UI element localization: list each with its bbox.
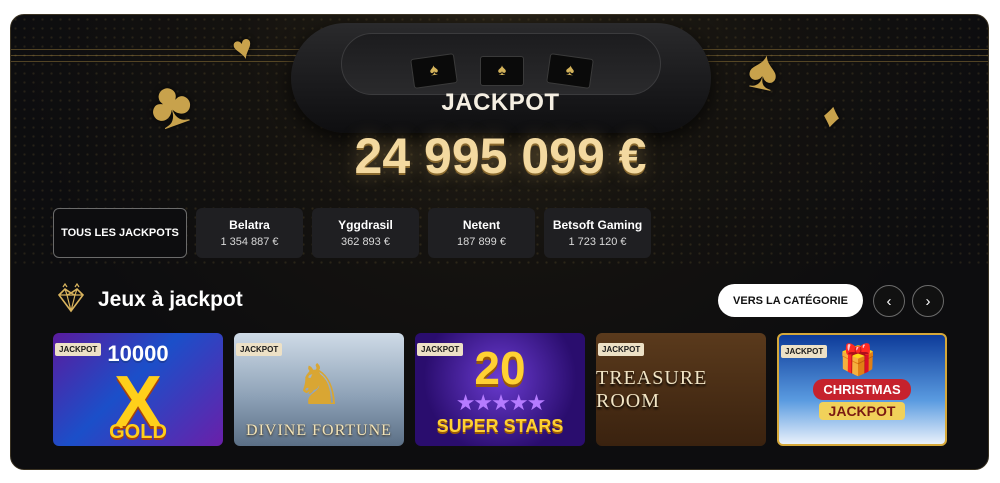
- tab-label: Yggdrasil: [338, 218, 393, 232]
- game-card-20-super-stars[interactable]: JACKPOT 20 ★★★★★ SUPER STARS: [415, 333, 585, 446]
- jackpot-badge: JACKPOT: [598, 343, 645, 356]
- tab-label: TOUS LES JACKPOTS: [61, 227, 179, 239]
- tab-betsoft-gaming[interactable]: Betsoft Gaming 1 723 120 €: [544, 208, 651, 258]
- spade-card-icon: ♠: [480, 56, 524, 86]
- diamond-crown-icon: [57, 282, 85, 313]
- jackpot-total-amount: 24 995 099 €: [354, 128, 647, 184]
- jackpot-panel: ♥ ♣ ♠ ♦ ♠ ♠ ♠ JACKPOT 24 995 099 € TOUS …: [10, 14, 989, 470]
- provider-tabs: TOUS LES JACKPOTS Belatra 1 354 887 € Yg…: [53, 208, 651, 258]
- tab-label: Betsoft Gaming: [552, 218, 643, 232]
- tab-amount: 1 354 887 €: [220, 236, 279, 248]
- game-art-text: 20: [474, 342, 526, 394]
- section-title: Jeux à jackpot: [98, 288, 243, 311]
- jackpot-badge: JACKPOT: [417, 343, 464, 356]
- tab-yggdrasil[interactable]: Yggdrasil 362 893 €: [312, 208, 419, 258]
- jackpot-badge: JACKPOT: [55, 343, 102, 356]
- tab-amount: 187 899 €: [457, 236, 506, 248]
- game-art-text: SUPER STARS: [436, 416, 564, 436]
- heart-suit-icon: ♥: [228, 27, 258, 69]
- jackpot-badge: JACKPOT: [781, 345, 828, 358]
- game-art-text: TREASURE ROOM: [596, 366, 708, 412]
- tab-amount: 1 723 120 €: [568, 236, 627, 248]
- tab-all-jackpots[interactable]: TOUS LES JACKPOTS: [53, 208, 187, 258]
- spade-card-icon: ♠: [546, 53, 594, 89]
- stars-icon: ★★★★★: [455, 390, 547, 415]
- game-card-10000x-gold[interactable]: JACKPOT 10000 X GOLD: [53, 333, 223, 446]
- jackpot-badge: JACKPOT: [236, 343, 283, 356]
- game-card-christmas-jackpot[interactable]: JACKPOT 🎁 CHRISTMAS JACKPOT: [777, 333, 947, 446]
- pegasus-icon: ♞: [293, 352, 345, 416]
- chevron-right-icon[interactable]: ›: [912, 285, 944, 317]
- game-art-text: CHRISTMAS: [813, 379, 911, 400]
- tab-netent[interactable]: Netent 187 899 €: [428, 208, 535, 258]
- game-card-treasure-room[interactable]: JACKPOT TREASURE ROOM: [596, 333, 766, 446]
- chevron-left-icon[interactable]: ‹: [873, 285, 905, 317]
- game-art-text: DIVINE FORTUNE: [246, 422, 392, 439]
- tab-label: Belatra: [229, 218, 270, 232]
- game-card-divine-fortune[interactable]: JACKPOT ♞ DIVINE FORTUNE: [234, 333, 404, 446]
- spade-card-icon: ♠: [410, 53, 458, 89]
- jackpot-title: JACKPOT: [441, 89, 560, 116]
- view-category-button[interactable]: VERS LA CATÉGORIE: [718, 284, 863, 317]
- game-art-text: JACKPOT: [818, 402, 906, 420]
- games-carousel: JACKPOT 10000 X GOLD JACKPOT ♞ DIVINE FO…: [53, 333, 947, 446]
- tab-belatra[interactable]: Belatra 1 354 887 €: [196, 208, 303, 258]
- tab-label: Netent: [462, 218, 501, 232]
- tab-amount: 362 893 €: [341, 236, 390, 248]
- game-art-text: GOLD: [109, 421, 167, 443]
